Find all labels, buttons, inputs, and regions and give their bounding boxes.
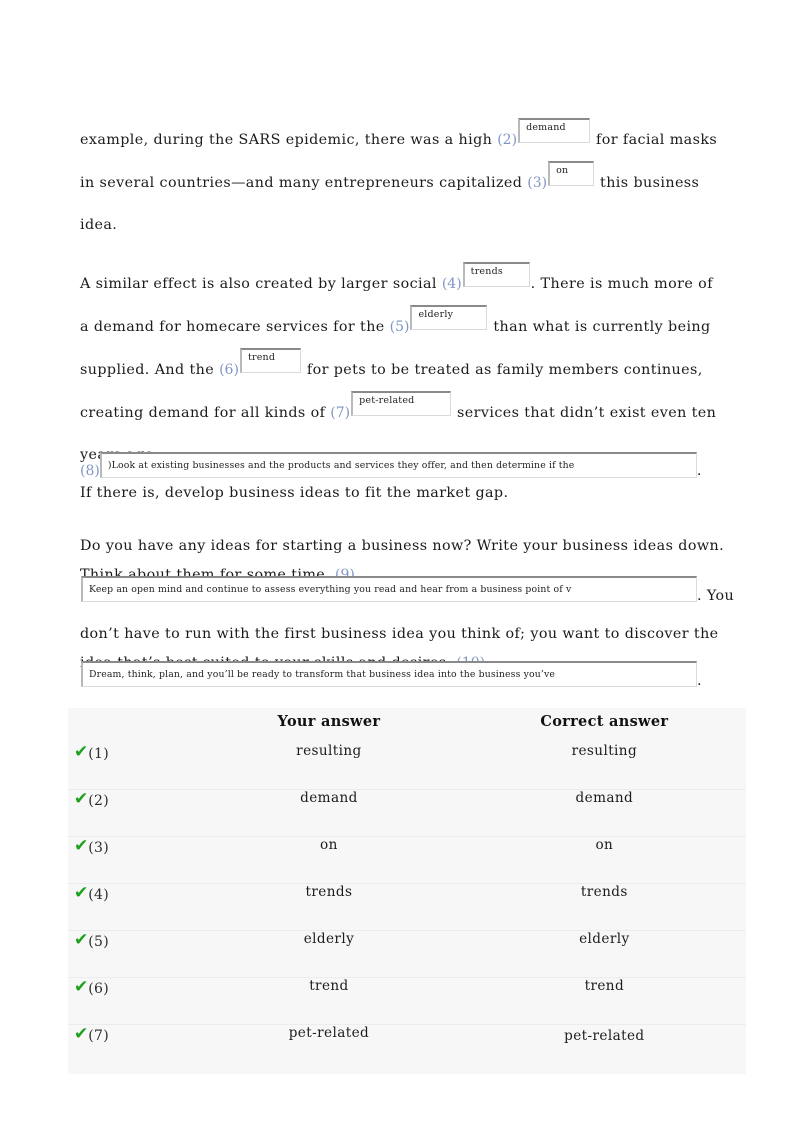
blank-10-trailing-period: . bbox=[697, 673, 702, 689]
question-number-open: (5 bbox=[88, 934, 104, 950]
blank-input-3[interactable]: on bbox=[548, 161, 595, 186]
correct-answer-cell: trend bbox=[462, 977, 746, 1025]
your-answer-cell: on bbox=[195, 836, 463, 884]
answers-table-body: ✔ (1) resulting resulting ✔ (2) demand demand ✔(… bbox=[68, 743, 746, 1074]
column-header-mark bbox=[68, 708, 88, 743]
table-row: ✔ (4) trends trends bbox=[68, 883, 746, 931]
correct-answer-cell: on bbox=[462, 836, 746, 884]
question-number-close: ) bbox=[103, 981, 109, 997]
answer-status-cell: ✔ bbox=[68, 977, 89, 1025]
check-icon: ✔ bbox=[74, 930, 89, 950]
correct-answer-cell: demand bbox=[462, 789, 746, 837]
question-number-cell: (3) bbox=[88, 836, 196, 884]
question-number-open: (2 bbox=[88, 793, 104, 809]
question-number-open: (3 bbox=[88, 840, 104, 856]
question-number-cell: (5) bbox=[88, 930, 196, 978]
your-answer-cell: trend bbox=[195, 977, 463, 1025]
your-answer-cell: pet-related bbox=[288, 1025, 370, 1041]
answers-table-header-row: Your answer Correct answer bbox=[68, 708, 746, 743]
blank-row-10: Dream, think, plan, and you’ll be ready … bbox=[81, 661, 781, 689]
check-icon: ✔ bbox=[74, 1024, 89, 1044]
check-icon: ✔ bbox=[74, 883, 89, 903]
answer-status-cell: ✔ bbox=[68, 883, 89, 931]
sentence-if-there-is: If there is, develop business ideas to f… bbox=[80, 485, 509, 501]
blank-input-9[interactable]: Keep an open mind and continue to assess… bbox=[81, 576, 697, 602]
blank-label-3: (3) bbox=[527, 175, 548, 191]
blank-input-7[interactable]: pet-related bbox=[351, 391, 452, 416]
question-number-cell: (1) bbox=[88, 743, 196, 790]
question-number-cell: (6) bbox=[88, 977, 196, 1025]
column-header-correct-answer: Correct answer bbox=[540, 713, 669, 730]
paragraph-2: A similar effect is also created by larg… bbox=[80, 262, 720, 476]
question-number-close: ) bbox=[103, 840, 109, 856]
your-answer-cell: elderly bbox=[195, 930, 463, 978]
question-number-close: ) bbox=[103, 746, 109, 762]
blank-label-2: (2) bbox=[497, 132, 518, 148]
question-number-close: ) bbox=[103, 887, 109, 903]
question-number-cell: (2) bbox=[88, 789, 196, 837]
table-row: ✔ (5) elderly elderly bbox=[68, 930, 746, 978]
answer-status-cell: ✔ bbox=[68, 742, 89, 790]
your-answer-cell: resulting bbox=[195, 743, 463, 790]
your-answer-cell: trends bbox=[195, 883, 463, 931]
question-number-cell: (4) bbox=[88, 883, 196, 931]
answers-table: Your answer Correct answer ✔ (1) resulting… bbox=[68, 708, 746, 1074]
paragraph-1-text-before-blank-2: example, during the SARS epidemic, there… bbox=[80, 132, 498, 148]
blank-input-6[interactable]: trend bbox=[239, 348, 301, 373]
your-answer-cell: demand bbox=[195, 789, 463, 837]
answer-status-cell: ✔ bbox=[68, 836, 89, 884]
correct-answer-cell: resulting bbox=[462, 743, 746, 790]
blank-input-10[interactable]: Dream, think, plan, and you’ll be ready … bbox=[81, 661, 697, 687]
blank-label-7: (7) bbox=[330, 405, 351, 421]
blank-input-8[interactable]: )Look at existing businesses and the pro… bbox=[99, 452, 697, 478]
table-row: ✔ (3) on on bbox=[68, 836, 746, 884]
check-icon: ✔ bbox=[74, 789, 89, 809]
table-row: ✔ (7) pet-related pet-related bbox=[68, 1025, 746, 1075]
answer-status-cell: ✔ bbox=[68, 930, 89, 978]
paragraph-1: example, during the SARS epidemic, there… bbox=[80, 118, 720, 246]
check-icon: ✔ bbox=[74, 742, 89, 762]
blank-label-4: (4) bbox=[441, 276, 462, 292]
blank-row-8: (8))Look at existing businesses and the … bbox=[80, 452, 730, 479]
paragraph-2-text-before-blank-4: A similar effect is also created by larg… bbox=[80, 276, 442, 292]
question-number-close: ) bbox=[103, 793, 109, 809]
blank-8-trailing-period: . bbox=[696, 463, 702, 479]
correct-answer-cell: trends bbox=[462, 883, 746, 931]
check-icon: ✔ bbox=[74, 977, 89, 997]
check-icon: ✔ bbox=[74, 836, 89, 856]
question-number-cell: (7) bbox=[88, 1025, 195, 1075]
blank-label-8: (8) bbox=[80, 463, 100, 479]
exercise-results-page: example, during the SARS epidemic, there… bbox=[0, 0, 800, 1132]
answer-status-cell: ✔ bbox=[68, 1025, 88, 1075]
question-number-open: (7 bbox=[88, 1028, 104, 1044]
answer-status-cell: ✔ bbox=[68, 789, 89, 837]
blank-label-5: (5) bbox=[389, 319, 410, 335]
question-number-open: (4 bbox=[88, 887, 104, 903]
answers-results-table: Your answer Correct answer ✔ (1) resulting… bbox=[68, 708, 746, 1074]
blank-label-6: (6) bbox=[219, 362, 239, 378]
table-row: ✔ (1) resulting resulting bbox=[68, 743, 746, 790]
answers-table-head: Your answer Correct answer bbox=[68, 708, 746, 743]
correct-answer-cell: elderly bbox=[462, 930, 746, 978]
table-row: ✔ (2) demand demand bbox=[68, 789, 746, 837]
blank-input-4[interactable]: trends bbox=[462, 262, 530, 287]
blank-9-trailing-text: . You bbox=[697, 588, 735, 604]
blank-input-5[interactable]: elderly bbox=[410, 305, 488, 330]
table-row: ✔ (6) trend trend bbox=[68, 977, 746, 1025]
passage-body: example, during the SARS epidemic, there… bbox=[80, 118, 720, 476]
correct-answer-cell: pet-related bbox=[564, 1028, 645, 1044]
blank-row-9: Keep an open mind and continue to assess… bbox=[81, 576, 781, 604]
question-number-close: ) bbox=[103, 934, 109, 950]
question-number-open: (1 bbox=[88, 746, 104, 762]
question-number-close: ) bbox=[103, 1028, 109, 1044]
column-header-your-answer: Your answer bbox=[277, 713, 381, 730]
blank-input-2[interactable]: demand bbox=[518, 118, 591, 143]
question-number-open: (6 bbox=[88, 981, 104, 997]
column-header-number bbox=[88, 708, 195, 743]
